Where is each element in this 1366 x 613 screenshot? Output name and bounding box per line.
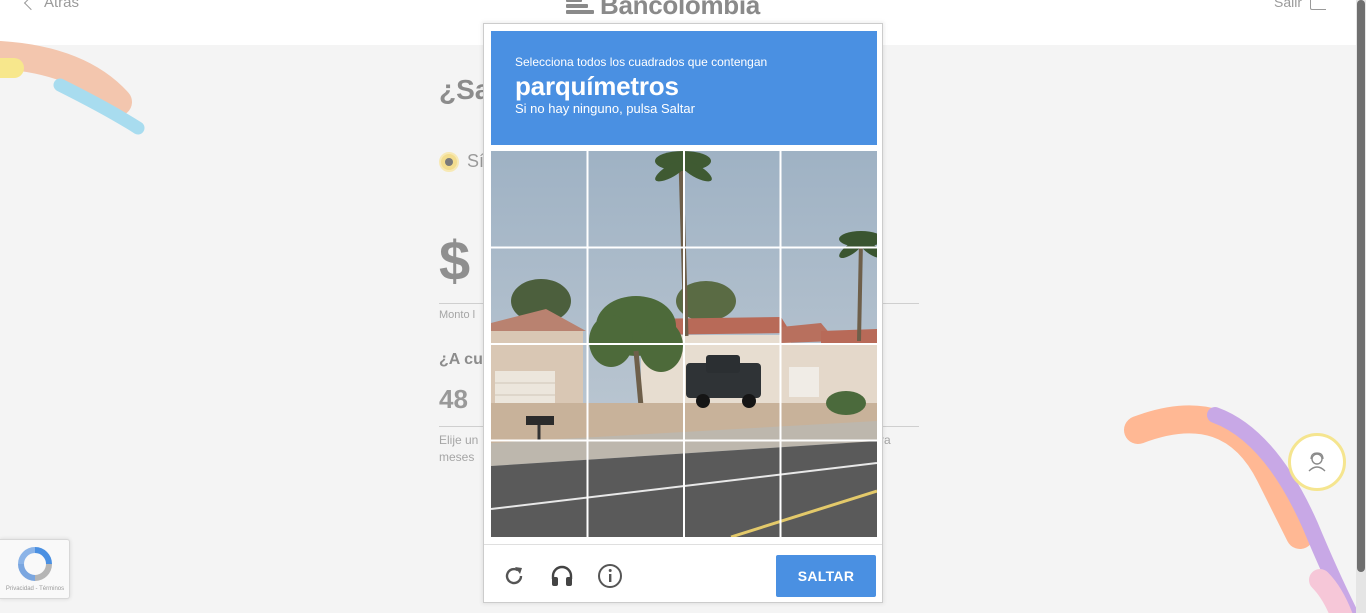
- captcha-tile-r1c2[interactable]: [588, 151, 684, 247]
- exit-icon: [1310, 0, 1326, 10]
- captcha-tile-r2c2[interactable]: [588, 248, 684, 344]
- captcha-tile-r4c4[interactable]: [781, 441, 877, 537]
- page-scrollbar[interactable]: [1356, 0, 1366, 613]
- audio-icon[interactable]: [549, 563, 575, 589]
- captcha-tile-r3c2[interactable]: [588, 345, 684, 441]
- captcha-tile-r3c4[interactable]: [781, 345, 877, 441]
- captcha-challenge-dialog: Selecciona todos los cuadrados que conte…: [483, 23, 883, 603]
- info-icon[interactable]: [597, 563, 623, 589]
- captcha-tile-r1c1[interactable]: [491, 151, 587, 247]
- yes-radio-label: Sí: [467, 151, 485, 171]
- term-help-text: Elije un: [439, 433, 479, 447]
- back-link[interactable]: Atrás: [23, 0, 80, 11]
- captcha-skip-hint: Si no hay ninguno, pulsa Saltar: [515, 101, 695, 116]
- captcha-tile-r1c4[interactable]: [781, 151, 877, 247]
- support-agent-icon: [1308, 452, 1326, 472]
- decorative-swoosh-bottom-right: [1124, 405, 1356, 613]
- captcha-tile-r3c3[interactable]: [685, 345, 781, 441]
- captcha-tile-r2c4[interactable]: [781, 248, 877, 344]
- term-help-text-units: meses: [439, 450, 475, 464]
- captcha-tile-r4c3[interactable]: [685, 441, 781, 537]
- scrollbar-thumb[interactable]: [1357, 0, 1365, 572]
- exit-label: Salir: [1273, 0, 1302, 10]
- skip-button[interactable]: SALTAR: [776, 555, 876, 597]
- recaptcha-logo-icon: [18, 547, 52, 581]
- captcha-footer: SALTAR: [484, 544, 882, 603]
- captcha-instructions-header: Selecciona todos los cuadrados que conte…: [491, 31, 877, 145]
- recaptcha-privacy-terms[interactable]: Privacidad - Términos: [0, 586, 70, 592]
- captcha-target-object: parquímetros: [515, 71, 679, 101]
- captcha-tile-r2c1[interactable]: [491, 248, 587, 344]
- captcha-tile-r1c3[interactable]: [685, 151, 781, 247]
- back-label: Atrás: [44, 0, 80, 11]
- decorative-swoosh-top-left: [0, 41, 145, 135]
- yes-radio[interactable]: [439, 152, 459, 172]
- support-chat-button[interactable]: [1288, 433, 1346, 491]
- brand-logo: Bancolombia: [566, 0, 760, 21]
- captcha-tile-r4c1[interactable]: [491, 441, 587, 537]
- term-value[interactable]: 48: [439, 384, 468, 415]
- reload-icon[interactable]: [501, 563, 527, 589]
- captcha-image-grid: [491, 151, 877, 537]
- recaptcha-badge[interactable]: Privacidad - Términos: [0, 539, 70, 599]
- bancolombia-logo-icon: [566, 0, 594, 16]
- amount-caption: Monto l: [439, 309, 476, 321]
- chevron-left-icon: [23, 0, 39, 10]
- captcha-instruction: Selecciona todos los cuadrados que conte…: [515, 55, 768, 69]
- exit-link[interactable]: Salir: [1274, 0, 1326, 10]
- captcha-tile-r4c2[interactable]: [588, 441, 684, 537]
- captcha-tile-r3c1[interactable]: [491, 345, 587, 441]
- captcha-tile-r2c3[interactable]: [685, 248, 781, 344]
- brand-name: Bancolombia: [600, 0, 760, 20]
